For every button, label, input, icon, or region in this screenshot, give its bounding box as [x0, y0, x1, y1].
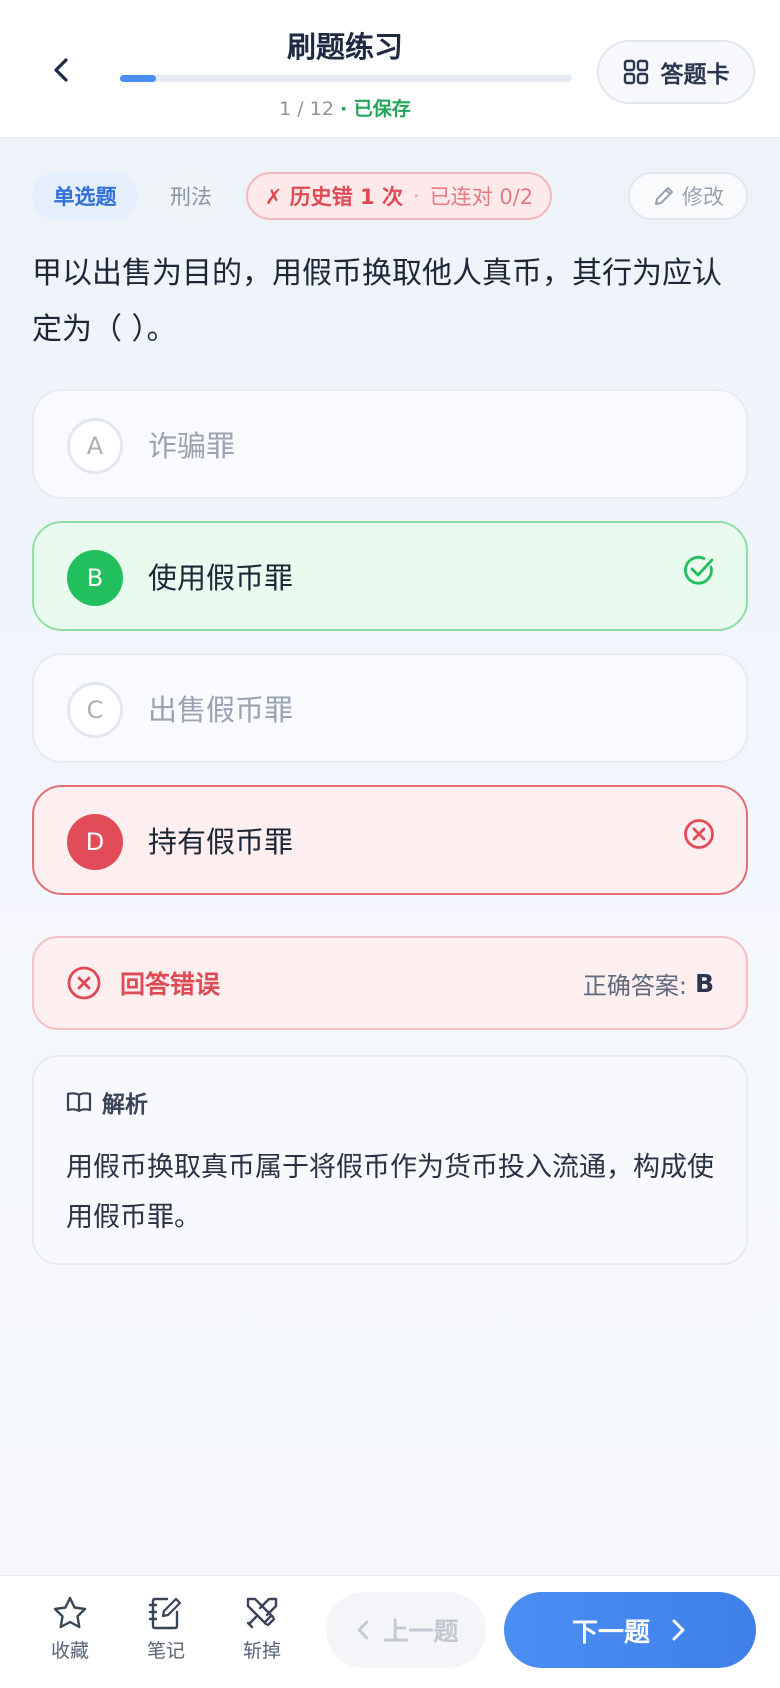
star-icon: [53, 1596, 87, 1629]
history-separator: ·: [412, 184, 420, 208]
prev-question-label: 上一题: [383, 1617, 459, 1646]
check-circle-icon: [684, 555, 714, 585]
answer-card-button[interactable]: 答题卡: [597, 40, 755, 104]
history-wrong-count: ✗ 历史错 1 次: [264, 185, 403, 209]
history-badge: ✗ 历史错 1 次 · 已连对 0/2: [246, 172, 552, 220]
option-b[interactable]: B 使用假币罪: [32, 521, 748, 631]
book-open-icon: [66, 1092, 92, 1113]
remove-button[interactable]: 斩掉: [227, 1594, 297, 1663]
progress-indicator: 1 / 12 · 已保存: [0, 94, 690, 121]
question-text: 甲以出售为目的，用假币换取他人真币，其行为应认定为（ ）。: [32, 256, 722, 347]
option-a[interactable]: A 诈骗罪: [32, 389, 748, 499]
option-text: 出售假币罪: [148, 693, 294, 727]
notebook-pen-icon: [148, 1597, 182, 1630]
next-question-label: 下一题: [571, 1617, 650, 1648]
favorite-button[interactable]: 收藏: [35, 1594, 105, 1663]
analysis-text: 用假币换取真币属于将假币作为货币投入流通，构成使用假币罪。: [66, 1152, 714, 1233]
x-circle-icon: [684, 819, 714, 849]
option-letter: C: [67, 682, 123, 738]
analysis-title: 解析: [102, 1092, 148, 1118]
x-circle-icon: [67, 966, 101, 1000]
option-letter: A: [67, 418, 123, 474]
pencil-icon: [655, 187, 673, 205]
option-letter: B: [67, 550, 123, 606]
option-c[interactable]: C 出售假币罪: [32, 653, 748, 763]
option-d[interactable]: D 持有假币罪: [32, 785, 748, 895]
bottom-toolbar: 收藏 笔记 斩掉 上一题 下一题: [0, 1575, 780, 1688]
page-title: 刷题练习: [286, 30, 403, 64]
edit-button[interactable]: 修改: [628, 172, 748, 220]
notes-button[interactable]: 笔记: [131, 1594, 201, 1663]
analysis-header: 解析: [66, 1085, 148, 1119]
option-text: 持有假币罪: [148, 825, 294, 859]
streak-count: 已连对 0/2: [429, 185, 534, 209]
subject-badge: 刑法: [152, 172, 230, 220]
option-letter: D: [67, 814, 123, 870]
question-type-badge: 单选题: [32, 172, 138, 220]
saved-status: · 已保存: [339, 98, 411, 120]
option-text: 使用假币罪: [148, 561, 294, 595]
favorite-label: 收藏: [50, 1640, 89, 1662]
correct-answer-label: 正确答案:: [582, 971, 687, 1000]
notes-label: 笔记: [146, 1640, 185, 1662]
grid-icon: [623, 59, 648, 85]
chevron-left-icon: [358, 1620, 369, 1640]
result-status: 回答错误: [120, 970, 221, 999]
prev-question-button[interactable]: 上一题: [326, 1592, 486, 1668]
analysis-panel: 解析 用假币换取真币属于将假币作为货币投入流通，构成使用假币罪。: [32, 1055, 748, 1265]
chevron-right-icon: [672, 1619, 685, 1641]
result-banner: 回答错误 正确答案: B: [32, 936, 748, 1030]
top-header: 刷题练习 1 / 12 · 已保存 答题卡: [0, 0, 780, 138]
option-text: 诈骗罪: [148, 429, 236, 463]
progress-bar: [120, 75, 572, 82]
edit-label: 修改: [682, 185, 724, 209]
next-question-button[interactable]: 下一题: [504, 1592, 756, 1668]
remove-label: 斩掉: [242, 1640, 281, 1662]
progress-count: 1 / 12: [279, 98, 334, 120]
correct-answer-value: B: [694, 968, 714, 998]
progress-fill: [120, 75, 157, 82]
answer-card-label: 答题卡: [660, 62, 730, 88]
correct-answer: 正确答案: B: [583, 938, 714, 1028]
crossed-swords-icon: [246, 1597, 278, 1629]
